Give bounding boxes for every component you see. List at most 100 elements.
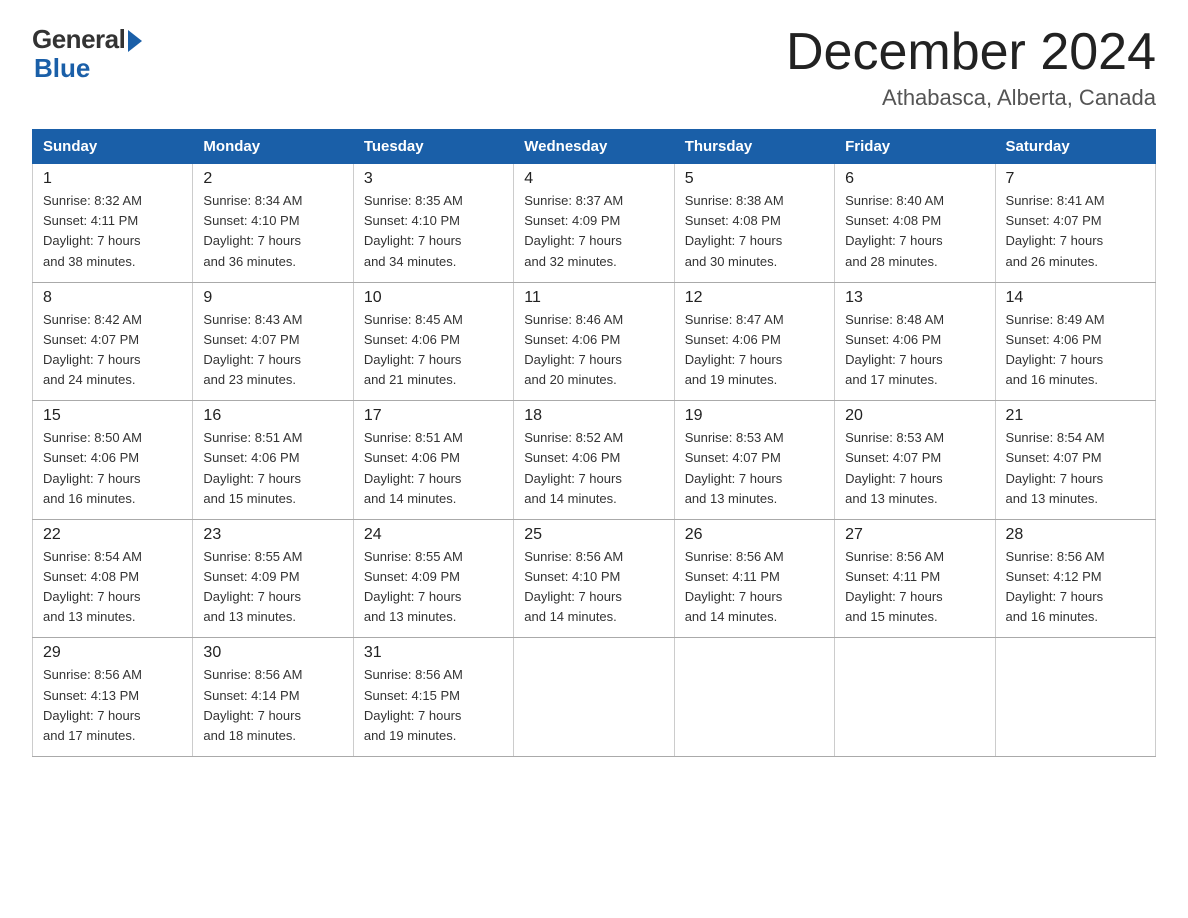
day-number: 25 [524,526,663,544]
day-info: Sunrise: 8:37 AMSunset: 4:09 PMDaylight:… [524,191,663,272]
day-info: Sunrise: 8:55 AMSunset: 4:09 PMDaylight:… [203,547,342,628]
day-number: 13 [845,289,984,307]
calendar-header-thursday: Thursday [674,130,834,164]
calendar-cell: 9 Sunrise: 8:43 AMSunset: 4:07 PMDaylight… [193,282,353,401]
calendar-cell: 15 Sunrise: 8:50 AMSunset: 4:06 PMDayligh… [33,401,193,520]
calendar-week-row: 15 Sunrise: 8:50 AMSunset: 4:06 PMDayligh… [33,401,1156,520]
logo-arrow-icon [128,30,142,52]
day-number: 29 [43,644,182,662]
day-info: Sunrise: 8:51 AMSunset: 4:06 PMDaylight:… [203,428,342,509]
calendar-cell: 6 Sunrise: 8:40 AMSunset: 4:08 PMDaylight… [835,164,995,283]
calendar-week-row: 8 Sunrise: 8:42 AMSunset: 4:07 PMDaylight… [33,282,1156,401]
day-info: Sunrise: 8:53 AMSunset: 4:07 PMDaylight:… [685,428,824,509]
day-number: 11 [524,289,663,307]
day-info: Sunrise: 8:40 AMSunset: 4:08 PMDaylight:… [845,191,984,272]
logo-general-text: General [32,24,125,55]
calendar-header-friday: Friday [835,130,995,164]
calendar-body: 1 Sunrise: 8:32 AMSunset: 4:11 PMDaylight… [33,164,1156,757]
day-number: 16 [203,407,342,425]
calendar-cell: 13 Sunrise: 8:48 AMSunset: 4:06 PMDayligh… [835,282,995,401]
calendar-header-wednesday: Wednesday [514,130,674,164]
calendar-cell: 16 Sunrise: 8:51 AMSunset: 4:06 PMDayligh… [193,401,353,520]
page-header: General Blue December 2024 Athabasca, Al… [32,24,1156,111]
calendar-cell: 7 Sunrise: 8:41 AMSunset: 4:07 PMDaylight… [995,164,1155,283]
day-info: Sunrise: 8:56 AMSunset: 4:15 PMDaylight:… [364,665,503,746]
day-number: 7 [1006,170,1145,188]
day-info: Sunrise: 8:54 AMSunset: 4:07 PMDaylight:… [1006,428,1145,509]
calendar-cell [514,638,674,757]
calendar-cell: 30 Sunrise: 8:56 AMSunset: 4:14 PMDayligh… [193,638,353,757]
day-number: 17 [364,407,503,425]
calendar-cell: 25 Sunrise: 8:56 AMSunset: 4:10 PMDayligh… [514,519,674,638]
calendar-cell [995,638,1155,757]
day-info: Sunrise: 8:45 AMSunset: 4:06 PMDaylight:… [364,310,503,391]
calendar-cell: 2Sunrise: 8:34 AMSunset: 4:10 PMDaylight… [193,164,353,283]
day-number: 3 [364,170,503,188]
calendar-cell: 21Sunrise: 8:54 AMSunset: 4:07 PMDayligh… [995,401,1155,520]
logo: General Blue [32,24,142,84]
calendar-cell: 19Sunrise: 8:53 AMSunset: 4:07 PMDayligh… [674,401,834,520]
day-number: 1 [43,170,182,188]
calendar-cell [835,638,995,757]
day-number: 10 [364,289,503,307]
calendar-cell: 22 Sunrise: 8:54 AMSunset: 4:08 PMDayligh… [33,519,193,638]
day-info: Sunrise: 8:56 AMSunset: 4:14 PMDaylight:… [203,665,342,746]
calendar-cell: 8 Sunrise: 8:42 AMSunset: 4:07 PMDaylight… [33,282,193,401]
calendar-cell: 26Sunrise: 8:56 AMSunset: 4:11 PMDayligh… [674,519,834,638]
calendar-cell: 1 Sunrise: 8:32 AMSunset: 4:11 PMDaylight… [33,164,193,283]
day-number: 14 [1006,289,1145,307]
calendar-cell: 17Sunrise: 8:51 AMSunset: 4:06 PMDayligh… [353,401,513,520]
day-number: 9 [203,289,342,307]
day-info: Sunrise: 8:54 AMSunset: 4:08 PMDaylight:… [43,547,182,628]
day-info: Sunrise: 8:48 AMSunset: 4:06 PMDaylight:… [845,310,984,391]
calendar-cell: 28 Sunrise: 8:56 AMSunset: 4:12 PMDayligh… [995,519,1155,638]
day-number: 30 [203,644,342,662]
day-number: 8 [43,289,182,307]
day-number: 27 [845,526,984,544]
calendar-cell: 20Sunrise: 8:53 AMSunset: 4:07 PMDayligh… [835,401,995,520]
day-info: Sunrise: 8:42 AMSunset: 4:07 PMDaylight:… [43,310,182,391]
calendar-table: SundayMondayTuesdayWednesdayThursdayFrid… [32,129,1156,757]
day-info: Sunrise: 8:56 AMSunset: 4:11 PMDaylight:… [845,547,984,628]
day-number: 6 [845,170,984,188]
calendar-cell: 14Sunrise: 8:49 AMSunset: 4:06 PMDayligh… [995,282,1155,401]
day-number: 31 [364,644,503,662]
month-title: December 2024 [786,24,1156,81]
calendar-week-row: 1 Sunrise: 8:32 AMSunset: 4:11 PMDaylight… [33,164,1156,283]
calendar-cell: 27 Sunrise: 8:56 AMSunset: 4:11 PMDayligh… [835,519,995,638]
calendar-cell: 12 Sunrise: 8:47 AMSunset: 4:06 PMDayligh… [674,282,834,401]
day-number: 15 [43,407,182,425]
calendar-cell: 11 Sunrise: 8:46 AMSunset: 4:06 PMDayligh… [514,282,674,401]
calendar-cell: 3Sunrise: 8:35 AMSunset: 4:10 PMDaylight… [353,164,513,283]
day-info: Sunrise: 8:41 AMSunset: 4:07 PMDaylight:… [1006,191,1145,272]
day-number: 4 [524,170,663,188]
day-number: 18 [524,407,663,425]
day-info: Sunrise: 8:50 AMSunset: 4:06 PMDaylight:… [43,428,182,509]
day-info: Sunrise: 8:38 AMSunset: 4:08 PMDaylight:… [685,191,824,272]
calendar-cell: 10 Sunrise: 8:45 AMSunset: 4:06 PMDayligh… [353,282,513,401]
day-info: Sunrise: 8:46 AMSunset: 4:06 PMDaylight:… [524,310,663,391]
calendar-week-row: 22 Sunrise: 8:54 AMSunset: 4:08 PMDayligh… [33,519,1156,638]
calendar-header-row: SundayMondayTuesdayWednesdayThursdayFrid… [33,130,1156,164]
day-info: Sunrise: 8:43 AMSunset: 4:07 PMDaylight:… [203,310,342,391]
day-info: Sunrise: 8:56 AMSunset: 4:13 PMDaylight:… [43,665,182,746]
day-number: 22 [43,526,182,544]
calendar-header-saturday: Saturday [995,130,1155,164]
day-number: 26 [685,526,824,544]
day-info: Sunrise: 8:47 AMSunset: 4:06 PMDaylight:… [685,310,824,391]
location-text: Athabasca, Alberta, Canada [786,85,1156,111]
day-info: Sunrise: 8:34 AMSunset: 4:10 PMDaylight:… [203,191,342,272]
calendar-cell: 4 Sunrise: 8:37 AMSunset: 4:09 PMDaylight… [514,164,674,283]
calendar-cell: 18 Sunrise: 8:52 AMSunset: 4:06 PMDayligh… [514,401,674,520]
day-info: Sunrise: 8:56 AMSunset: 4:12 PMDaylight:… [1006,547,1145,628]
calendar-cell: 24Sunrise: 8:55 AMSunset: 4:09 PMDayligh… [353,519,513,638]
day-info: Sunrise: 8:53 AMSunset: 4:07 PMDaylight:… [845,428,984,509]
day-info: Sunrise: 8:52 AMSunset: 4:06 PMDaylight:… [524,428,663,509]
day-info: Sunrise: 8:56 AMSunset: 4:10 PMDaylight:… [524,547,663,628]
day-number: 28 [1006,526,1145,544]
day-number: 23 [203,526,342,544]
day-info: Sunrise: 8:32 AMSunset: 4:11 PMDaylight:… [43,191,182,272]
day-number: 12 [685,289,824,307]
day-number: 24 [364,526,503,544]
day-number: 5 [685,170,824,188]
